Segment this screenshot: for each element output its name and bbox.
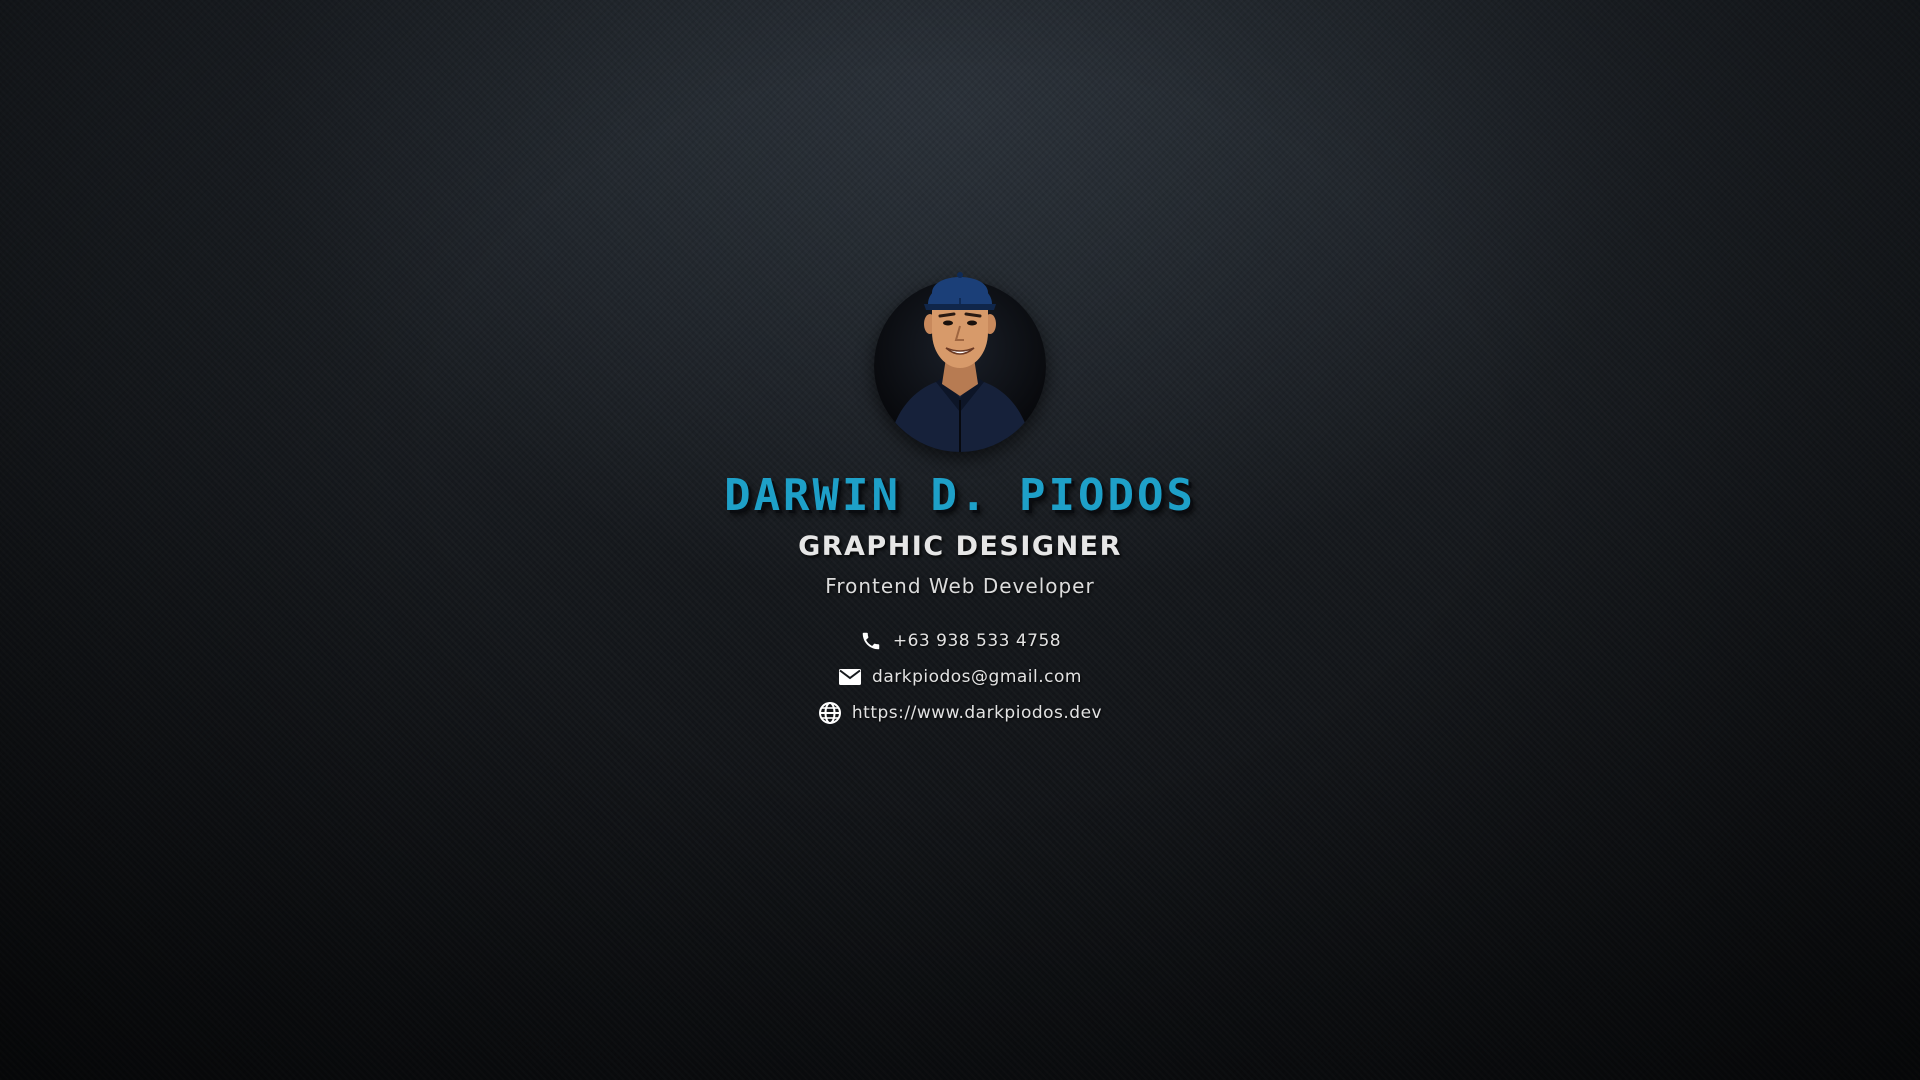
globe-icon bbox=[818, 701, 842, 725]
email-address[interactable]: darkpiodos@gmail.com bbox=[872, 667, 1082, 687]
contact-phone[interactable]: +63 938 533 4758 bbox=[859, 628, 1061, 654]
phone-number[interactable]: +63 938 533 4758 bbox=[893, 631, 1061, 651]
contact-website[interactable]: https://www.darkpiodos.dev bbox=[818, 700, 1102, 726]
contact-email[interactable]: darkpiodos@gmail.com bbox=[838, 664, 1082, 690]
mail-icon bbox=[838, 665, 862, 689]
phone-icon bbox=[859, 629, 883, 653]
profile-subtitle: Frontend Web Developer bbox=[825, 573, 1095, 598]
profile-name: DARWIN D. PIODOS bbox=[724, 470, 1196, 521]
website-url[interactable]: https://www.darkpiodos.dev bbox=[852, 703, 1102, 723]
profile-card: DARWIN D. PIODOS GRAPHIC DESIGNER Fronte… bbox=[0, 262, 1920, 726]
contact-list: +63 938 533 4758 darkpiodos@gmail.com ht… bbox=[818, 628, 1102, 726]
avatar-illustration bbox=[888, 272, 1032, 452]
profile-title: GRAPHIC DESIGNER bbox=[798, 531, 1122, 562]
avatar bbox=[874, 262, 1046, 452]
